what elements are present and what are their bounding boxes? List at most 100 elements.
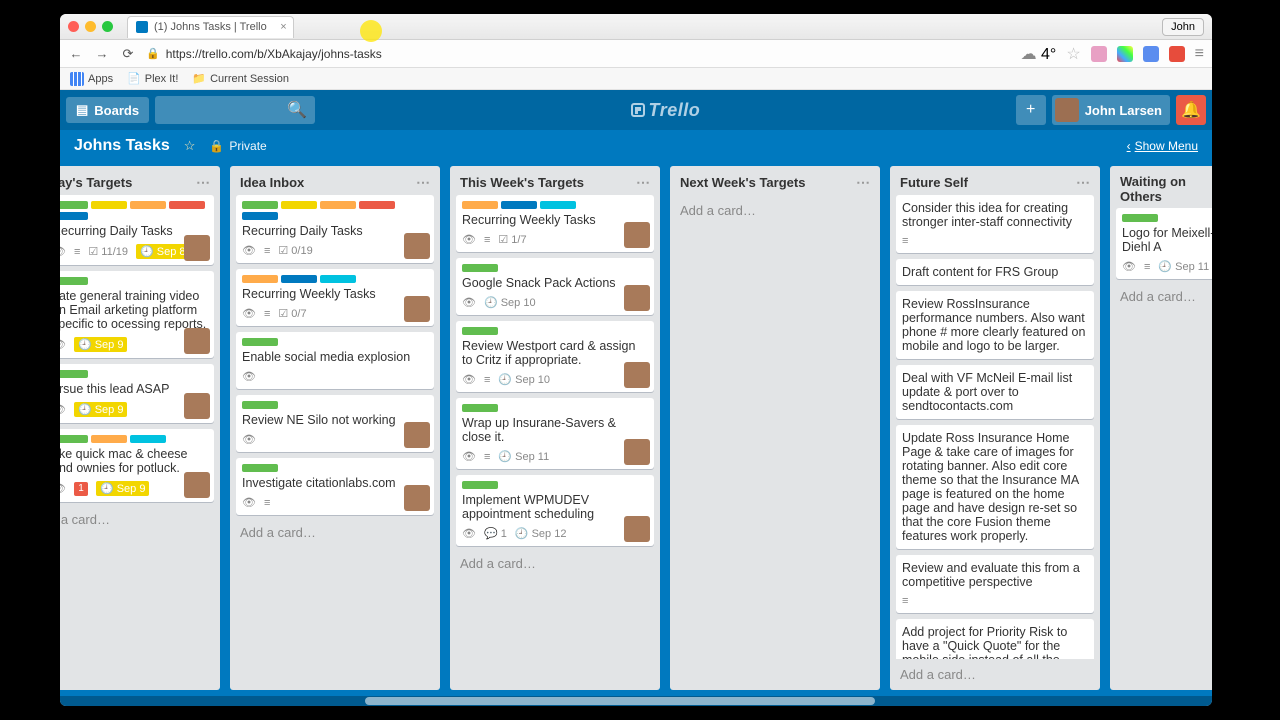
watch-icon: 👁 bbox=[242, 370, 256, 383]
card[interactable]: Review RossInsurance performance numbers… bbox=[896, 291, 1094, 359]
card[interactable]: ursue this lead ASAP👁🕘 Sep 9 bbox=[60, 364, 214, 423]
board-canvas[interactable]: day's Targets ⋯ Recurring Daily Tasks👁≡☑ 1… bbox=[60, 162, 1212, 696]
list-title[interactable]: Next Week's Targets bbox=[680, 175, 805, 190]
close-tab-icon[interactable]: × bbox=[280, 21, 286, 33]
list-menu-icon[interactable]: ⋯ bbox=[196, 174, 210, 191]
card[interactable]: Review NE Silo not working👁 bbox=[236, 395, 434, 452]
bookmark-plex[interactable]: 📄 Plex It! bbox=[127, 72, 178, 85]
add-card[interactable]: Add a card… bbox=[450, 548, 660, 579]
card[interactable]: Investigate citationlabs.com👁≡ bbox=[236, 458, 434, 515]
watch-icon: 👁 bbox=[462, 527, 476, 540]
checklist-badge: ☑ 1/7 bbox=[498, 233, 526, 246]
card-member-avatar[interactable] bbox=[624, 516, 650, 542]
card[interactable]: Enable social media explosion👁 bbox=[236, 332, 434, 389]
chrome-profile-chip[interactable]: John bbox=[1162, 18, 1204, 36]
add-card[interactable]: Add a card… bbox=[1110, 281, 1212, 312]
list-title[interactable]: Idea Inbox bbox=[240, 175, 304, 190]
weather-chip[interactable]: ☁ 4° bbox=[1021, 44, 1057, 64]
board-name[interactable]: Johns Tasks bbox=[74, 137, 170, 155]
card[interactable]: Add project for Priority Risk to have a … bbox=[896, 619, 1094, 659]
bookmarks-bar: Apps 📄 Plex It! 📁 Current Session bbox=[60, 68, 1212, 90]
browser-tab[interactable]: (1) Johns Tasks | Trello × bbox=[127, 16, 294, 38]
card-member-avatar[interactable] bbox=[624, 362, 650, 388]
cursor-highlight bbox=[360, 20, 382, 42]
user-menu[interactable]: John Larsen bbox=[1052, 95, 1170, 125]
card-member-avatar[interactable] bbox=[404, 296, 430, 322]
list-title[interactable]: day's Targets bbox=[60, 175, 132, 190]
apps-shortcut[interactable]: Apps bbox=[70, 72, 113, 86]
description-icon: ≡ bbox=[264, 497, 270, 509]
card[interactable]: Implement WPMUDEV appointment scheduling… bbox=[456, 475, 654, 546]
extension-icon[interactable] bbox=[1143, 46, 1159, 62]
card-member-avatar[interactable] bbox=[184, 393, 210, 419]
card[interactable]: Draft content for FRS Group bbox=[896, 259, 1094, 285]
bookmark-session[interactable]: 📁 Current Session bbox=[192, 72, 289, 85]
add-card[interactable]: Add a card… bbox=[670, 195, 880, 232]
card[interactable]: Review and evaluate this from a competit… bbox=[896, 555, 1094, 613]
card[interactable]: Recurring Weekly Tasks👁≡☑ 0/7 bbox=[236, 269, 434, 326]
card[interactable]: Update Ross Insurance Home Page & take c… bbox=[896, 425, 1094, 549]
add-card[interactable]: Add a card… bbox=[230, 517, 440, 548]
list-title[interactable]: Future Self bbox=[900, 175, 968, 190]
list-title[interactable]: Waiting on Others bbox=[1120, 174, 1212, 204]
card-member-avatar[interactable] bbox=[184, 235, 210, 261]
close-window[interactable] bbox=[68, 21, 79, 32]
trello-logo[interactable]: Trello bbox=[631, 100, 701, 121]
maximize-window[interactable] bbox=[102, 21, 113, 32]
horizontal-scrollbar[interactable] bbox=[60, 696, 1212, 706]
forward-button[interactable]: → bbox=[94, 46, 110, 61]
bookmark-star-icon[interactable]: ☆ bbox=[1066, 44, 1080, 64]
card-member-avatar[interactable] bbox=[184, 328, 210, 354]
card[interactable]: Recurring Weekly Tasks👁≡☑ 1/7 bbox=[456, 195, 654, 252]
card-member-avatar[interactable] bbox=[624, 439, 650, 465]
card[interactable]: Review Westport card & assign to Critz i… bbox=[456, 321, 654, 392]
scroll-thumb[interactable] bbox=[365, 697, 875, 705]
card[interactable]: Recurring Daily Tasks👁≡☑ 11/19🕘 Sep 8 bbox=[60, 195, 214, 265]
card-member-avatar[interactable] bbox=[404, 233, 430, 259]
extension-icon[interactable] bbox=[1117, 46, 1133, 62]
list-menu-icon[interactable]: ⋯ bbox=[636, 174, 650, 191]
card-label bbox=[60, 212, 88, 220]
card[interactable]: Google Snack Pack Actions👁🕘 Sep 10 bbox=[456, 258, 654, 315]
list-menu-icon[interactable]: ⋯ bbox=[416, 174, 430, 191]
card[interactable]: Consider this idea for creating stronger… bbox=[896, 195, 1094, 253]
back-button[interactable]: ← bbox=[68, 46, 84, 61]
show-menu-button[interactable]: ‹ Show Menu bbox=[1127, 139, 1198, 153]
boards-button[interactable]: ▤ Boards bbox=[66, 97, 149, 123]
card-label bbox=[1122, 214, 1158, 222]
star-icon[interactable]: ☆ bbox=[184, 138, 196, 154]
card[interactable]: Wrap up Insurane-Savers & close it.👁≡🕘 S… bbox=[456, 398, 654, 469]
search-input[interactable]: 🔍 bbox=[155, 96, 315, 124]
hamburger-menu-icon[interactable]: ≡ bbox=[1195, 45, 1204, 63]
list-menu-icon[interactable]: ⋯ bbox=[1076, 174, 1090, 191]
date-badge: 🕘 Sep 10 bbox=[498, 373, 550, 386]
browser-toolbar: ← → ⟳ 🔒 https://trello.com/b/XbAkajay/jo… bbox=[60, 40, 1212, 68]
extension-icon[interactable] bbox=[1169, 46, 1185, 62]
notifications-button[interactable]: 🔔 bbox=[1176, 95, 1206, 125]
address-bar[interactable]: 🔒 https://trello.com/b/XbAkajay/johns-ta… bbox=[146, 47, 1011, 61]
card[interactable]: Recurring Daily Tasks👁≡☑ 0/19 bbox=[236, 195, 434, 263]
card-member-avatar[interactable] bbox=[404, 422, 430, 448]
card-member-avatar[interactable] bbox=[404, 485, 430, 511]
add-card[interactable]: d a card… bbox=[60, 504, 220, 535]
card[interactable]: Deal with VF McNeil E-mail list update &… bbox=[896, 365, 1094, 419]
card-badges: 👁≡☑ 1/7 bbox=[462, 233, 648, 246]
reload-button[interactable]: ⟳ bbox=[120, 46, 136, 62]
card-member-avatar[interactable] bbox=[184, 472, 210, 498]
list-title[interactable]: This Week's Targets bbox=[460, 175, 584, 190]
date-badge: 🕘 Sep 11 bbox=[1158, 260, 1209, 273]
card-member-avatar[interactable] bbox=[624, 222, 650, 248]
add-card[interactable]: Add a card… bbox=[890, 659, 1100, 690]
minimize-window[interactable] bbox=[85, 21, 96, 32]
card-label bbox=[130, 435, 166, 443]
card[interactable]: eate general training video on Email ark… bbox=[60, 271, 214, 358]
checklist-badge: ☑ 11/19 bbox=[88, 245, 128, 258]
card[interactable]: Logo for Meixell-Diehl A👁≡🕘 Sep 11 bbox=[1116, 208, 1212, 279]
list-menu-icon[interactable]: ⋯ bbox=[856, 174, 870, 191]
extension-icon[interactable] bbox=[1091, 46, 1107, 62]
board-visibility[interactable]: 🔒Private bbox=[209, 139, 266, 153]
card-title: Update Ross Insurance Home Page & take c… bbox=[902, 431, 1088, 543]
card-member-avatar[interactable] bbox=[624, 285, 650, 311]
create-button[interactable]: + bbox=[1016, 95, 1046, 125]
card[interactable]: ake quick mac & cheese and ownies for po… bbox=[60, 429, 214, 502]
